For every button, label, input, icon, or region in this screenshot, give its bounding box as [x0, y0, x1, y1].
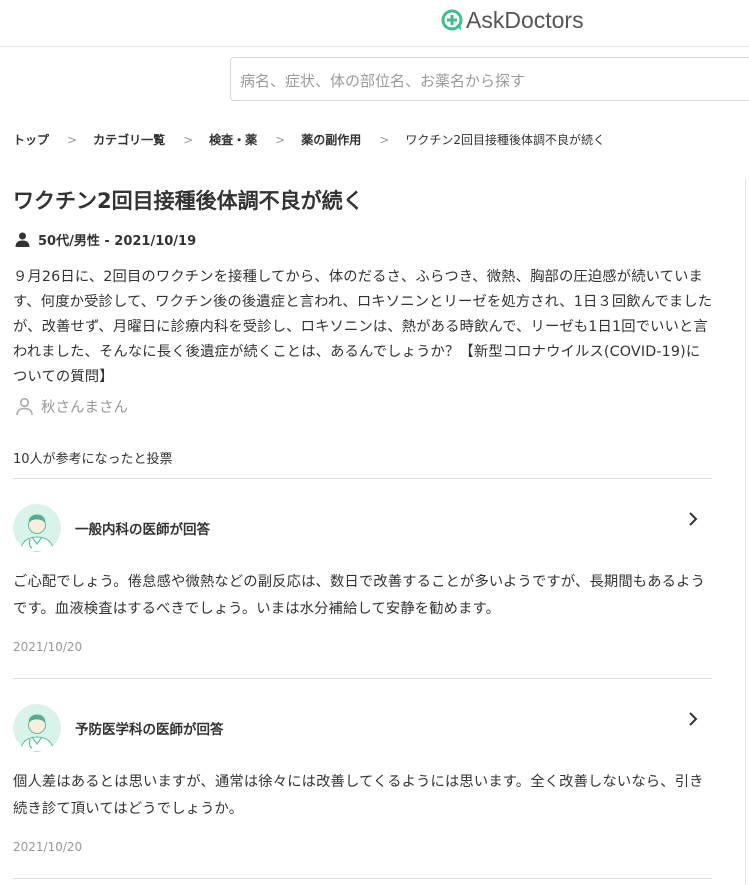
divider — [13, 478, 712, 479]
divider — [13, 878, 712, 879]
chevron-right-icon[interactable] — [688, 511, 698, 527]
answer-date: 2021/10/20 — [13, 640, 83, 654]
breadcrumb: トップ > カテゴリ一覧 > 検査・薬 > 薬の副作用 > ワクチン2回目接種後… — [13, 131, 605, 148]
asker-name: 秋さんまさん — [41, 400, 128, 416]
breadcrumb-separator: > — [183, 132, 194, 147]
asker: 秋さんまさん — [15, 396, 128, 417]
breadcrumb-separator: > — [275, 132, 286, 147]
breadcrumb-item-current: ワクチン2回目接種後体調不良が続く — [405, 133, 605, 147]
scrollbar[interactable] — [745, 180, 749, 885]
logo-text: AskDoctors — [466, 6, 584, 33]
user-outline-icon — [16, 397, 33, 416]
doctor-avatar-icon — [13, 504, 61, 552]
question-meta-text: 50代/男性 - 2021/10/19 — [38, 234, 197, 249]
answer-header[interactable]: 予防医学科の医師が回答 — [13, 703, 712, 753]
user-icon — [15, 232, 30, 247]
question-body: ９月26日に、2回目のワクチンを接種してから、体のだるさ、ふらつき、微熱、胸部の… — [13, 269, 713, 385]
search-placeholder: 病名、症状、体の部位名、お薬名から探す — [240, 72, 526, 90]
breadcrumb-separator: > — [67, 132, 78, 147]
answer-date: 2021/10/20 — [13, 840, 83, 854]
doctor-avatar-icon — [13, 704, 61, 752]
answer-role: 一般内科の医師が回答 — [75, 522, 210, 538]
question-meta: 50代/男性 - 2021/10/19 — [15, 230, 196, 249]
answer-text: ご心配でしょう。倦怠感や微熱などの副反応は、数日で改善することが多いようですが、… — [13, 574, 706, 617]
divider — [13, 678, 712, 679]
question-title: ワクチン2回目接種後体調不良が続く — [13, 189, 364, 213]
answer-header[interactable]: 一般内科の医師が回答 — [13, 503, 712, 553]
site-header: AskDoctors — [0, 0, 749, 47]
chevron-right-icon[interactable] — [688, 711, 698, 727]
search-input[interactable]: 病名、症状、体の部位名、お薬名から探す — [230, 57, 749, 101]
answer-role: 予防医学科の医師が回答 — [75, 722, 224, 738]
breadcrumb-separator: > — [379, 132, 390, 147]
breadcrumb-item-top[interactable]: トップ — [13, 131, 49, 148]
vote-count: 10人が参考になったと投票 — [13, 452, 173, 467]
site-logo[interactable]: AskDoctors — [441, 5, 584, 35]
breadcrumb-item-categories[interactable]: カテゴリ一覧 — [93, 131, 165, 148]
breadcrumb-item-tests-drugs[interactable]: 検査・薬 — [209, 131, 257, 148]
plus-bubble-icon — [441, 9, 463, 31]
answer-text: 個人差はあるとは思いますが、通常は徐々には改善してくるようには思います。全く改善… — [13, 774, 704, 817]
breadcrumb-item-side-effects[interactable]: 薬の副作用 — [301, 131, 361, 148]
